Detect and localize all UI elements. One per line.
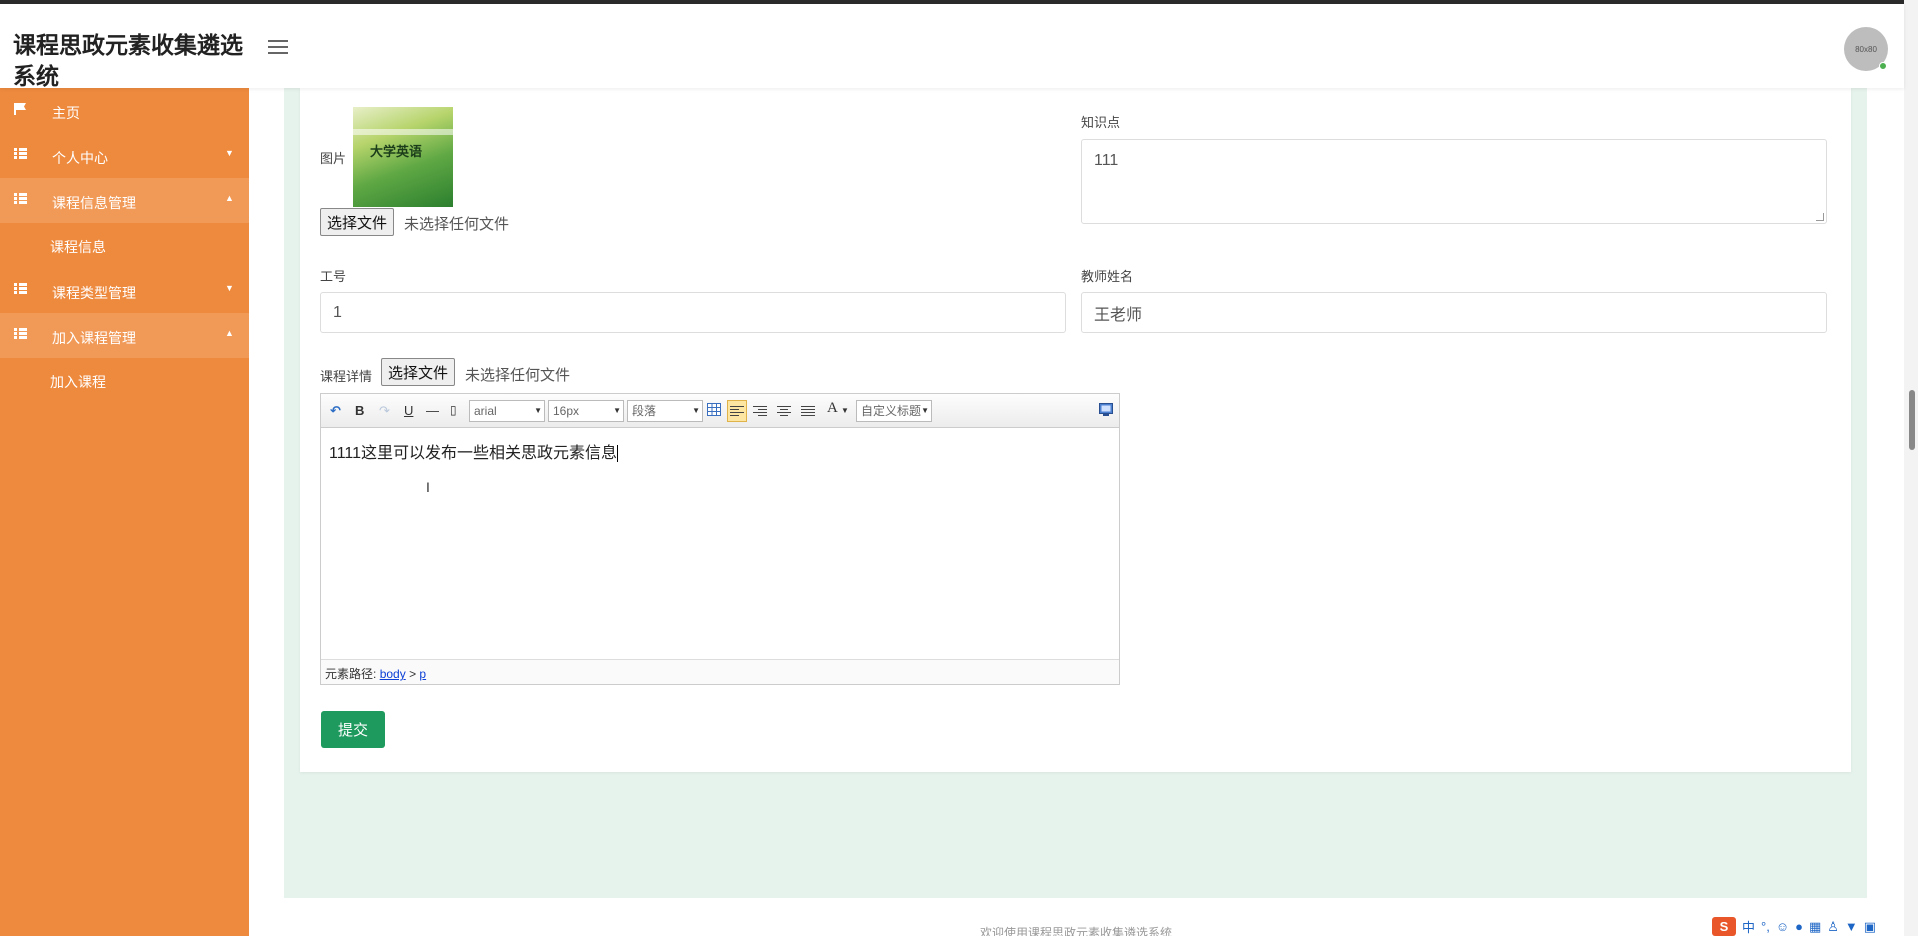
sidebar: 主页 个人中心 ▼ 课程信息管理 ▲ 课程信息 课程类型管理 ▼ 加入课程管理 … xyxy=(0,88,249,936)
sidebar-item-label: 课程类型管理 xyxy=(52,285,136,301)
sidebar-item-label: 主页 xyxy=(52,105,80,121)
align-center-icon[interactable] xyxy=(777,406,791,418)
font-color-icon[interactable]: A xyxy=(827,400,838,417)
path-p-link[interactable]: p xyxy=(419,667,426,681)
sidebar-item-label: 课程信息管理 xyxy=(52,195,136,211)
resize-handle-icon[interactable] xyxy=(1816,213,1824,221)
grid-icon xyxy=(14,283,28,295)
font-color-dropdown-icon[interactable]: ▼ xyxy=(841,406,849,415)
redo-icon[interactable]: ↷ xyxy=(379,403,390,419)
id-label: 工号 xyxy=(320,269,347,284)
teacher-input[interactable]: 王老师 xyxy=(1081,292,1827,333)
editor-content-text: 1111这里可以发布一些相关思政元素信息 xyxy=(329,445,618,462)
align-left-icon[interactable] xyxy=(727,400,747,422)
menu-toggle-icon[interactable] xyxy=(268,40,288,56)
sidebar-item-profile[interactable]: 个人中心 ▼ xyxy=(0,133,249,178)
underline-icon[interactable]: U xyxy=(404,403,413,418)
path-separator: > xyxy=(409,667,417,681)
ime-punct-icon[interactable]: °, xyxy=(1761,919,1770,934)
sidebar-item-home[interactable]: 主页 xyxy=(0,88,249,133)
submit-button[interactable]: 提交 xyxy=(321,711,385,748)
undo-icon[interactable]: ↶ xyxy=(330,403,341,419)
sidebar-subitem-join-course[interactable]: 加入课程 xyxy=(50,372,106,392)
image-file-status: 未选择任何文件 xyxy=(404,216,510,233)
scrollbar-thumb[interactable] xyxy=(1909,390,1915,450)
sidebar-item-join-course-manage[interactable]: 加入课程管理 ▲ xyxy=(0,313,249,358)
top-header: 课程思政元素收集遴选系统 80x80 xyxy=(0,4,1904,89)
id-input[interactable]: 1 xyxy=(320,292,1066,333)
detail-file-status: 未选择任何文件 xyxy=(465,367,571,384)
ime-mic-icon[interactable]: ● xyxy=(1795,919,1803,934)
flag-icon xyxy=(14,103,26,115)
bold-icon[interactable]: B xyxy=(355,403,364,418)
sidebar-item-course-type-manage[interactable]: 课程类型管理 ▼ xyxy=(0,268,249,313)
sidebar-item-label: 加入课程管理 xyxy=(52,330,136,346)
ime-logo-icon[interactable]: S xyxy=(1712,917,1736,936)
app-title: 课程思政元素收集遴选系统 xyxy=(13,32,243,89)
knowledge-label: 知识点 xyxy=(1081,115,1121,130)
sidebar-item-label: 个人中心 xyxy=(52,150,108,166)
caret-down-icon: ▼ xyxy=(225,283,234,293)
text-cursor-icon: Ι xyxy=(426,479,430,495)
ime-user-icon[interactable]: ♙ xyxy=(1827,919,1839,935)
thumb-title: 大学英语 xyxy=(370,144,423,159)
fullscreen-icon[interactable] xyxy=(1099,403,1113,416)
element-path-label: 元素路径: xyxy=(325,667,377,681)
text-caret xyxy=(617,445,619,463)
course-image-thumbnail: 大学英语 xyxy=(353,107,453,207)
page-scrollbar[interactable] xyxy=(1904,0,1918,936)
footer-text: 欢迎使用课程思政元素收集遴选系统 xyxy=(980,926,1173,936)
grid-icon xyxy=(14,193,28,205)
id-value: 1 xyxy=(333,303,342,321)
ime-apps-icon[interactable]: ▣ xyxy=(1864,919,1876,935)
ime-skin-icon[interactable]: ▼ xyxy=(1845,919,1858,934)
knowledge-textarea[interactable]: 111 xyxy=(1081,139,1827,224)
sidebar-item-course-info-manage[interactable]: 课程信息管理 ▲ xyxy=(0,178,249,223)
image-label: 图片 xyxy=(320,151,347,166)
caret-up-icon: ▲ xyxy=(225,193,234,203)
ime-toolbar: S 中 °, ☺ ● ▦ ♙ ▼ ▣ xyxy=(1712,917,1904,936)
knowledge-value: 111 xyxy=(1094,152,1119,169)
path-body-link[interactable]: body xyxy=(380,667,406,681)
custom-title-select[interactable]: 自定义标题 ▼ xyxy=(856,400,932,422)
detail-label: 课程详情 xyxy=(320,369,373,384)
editor-content-area[interactable]: 1111这里可以发布一些相关思政元素信息 Ι xyxy=(321,429,1119,651)
editor-statusbar: 元素路径: body > p xyxy=(321,659,1119,684)
teacher-label: 教师姓名 xyxy=(1081,269,1134,284)
align-justify-icon[interactable] xyxy=(801,406,815,418)
sidebar-subitem-course-info[interactable]: 课程信息 xyxy=(50,237,106,257)
online-status-dot xyxy=(1879,62,1887,70)
rich-text-editor: ↶ B ↷ U — ▯ arial ▼ 16px ▼ 段落 ▼ A ▼ 自定义标题 ▼ xyxy=(320,393,1120,685)
font-family-select[interactable]: arial ▼ xyxy=(469,400,545,422)
align-right-icon[interactable] xyxy=(753,406,767,418)
ime-mode[interactable]: 中 xyxy=(1742,917,1755,936)
grid-icon xyxy=(14,328,28,340)
page-icon[interactable]: ▯ xyxy=(450,403,457,417)
table-icon[interactable] xyxy=(707,403,721,416)
detail-file-button[interactable]: 选择文件 xyxy=(381,358,456,386)
teacher-value: 王老师 xyxy=(1094,306,1143,324)
horizontal-rule-icon[interactable]: — xyxy=(426,403,439,418)
grid-icon xyxy=(14,148,28,160)
font-size-select[interactable]: 16px ▼ xyxy=(548,400,624,422)
ime-keyboard-icon[interactable]: ▦ xyxy=(1809,919,1821,935)
image-file-button[interactable]: 选择文件 xyxy=(320,208,395,236)
caret-down-icon: ▼ xyxy=(225,148,234,158)
ime-emoji-icon[interactable]: ☺ xyxy=(1776,919,1789,934)
editor-toolbar: ↶ B ↷ U — ▯ arial ▼ 16px ▼ 段落 ▼ A ▼ 自定义标题 ▼ xyxy=(321,394,1119,428)
paragraph-select[interactable]: 段落 ▼ xyxy=(627,400,703,422)
caret-up-icon: ▲ xyxy=(225,328,234,338)
